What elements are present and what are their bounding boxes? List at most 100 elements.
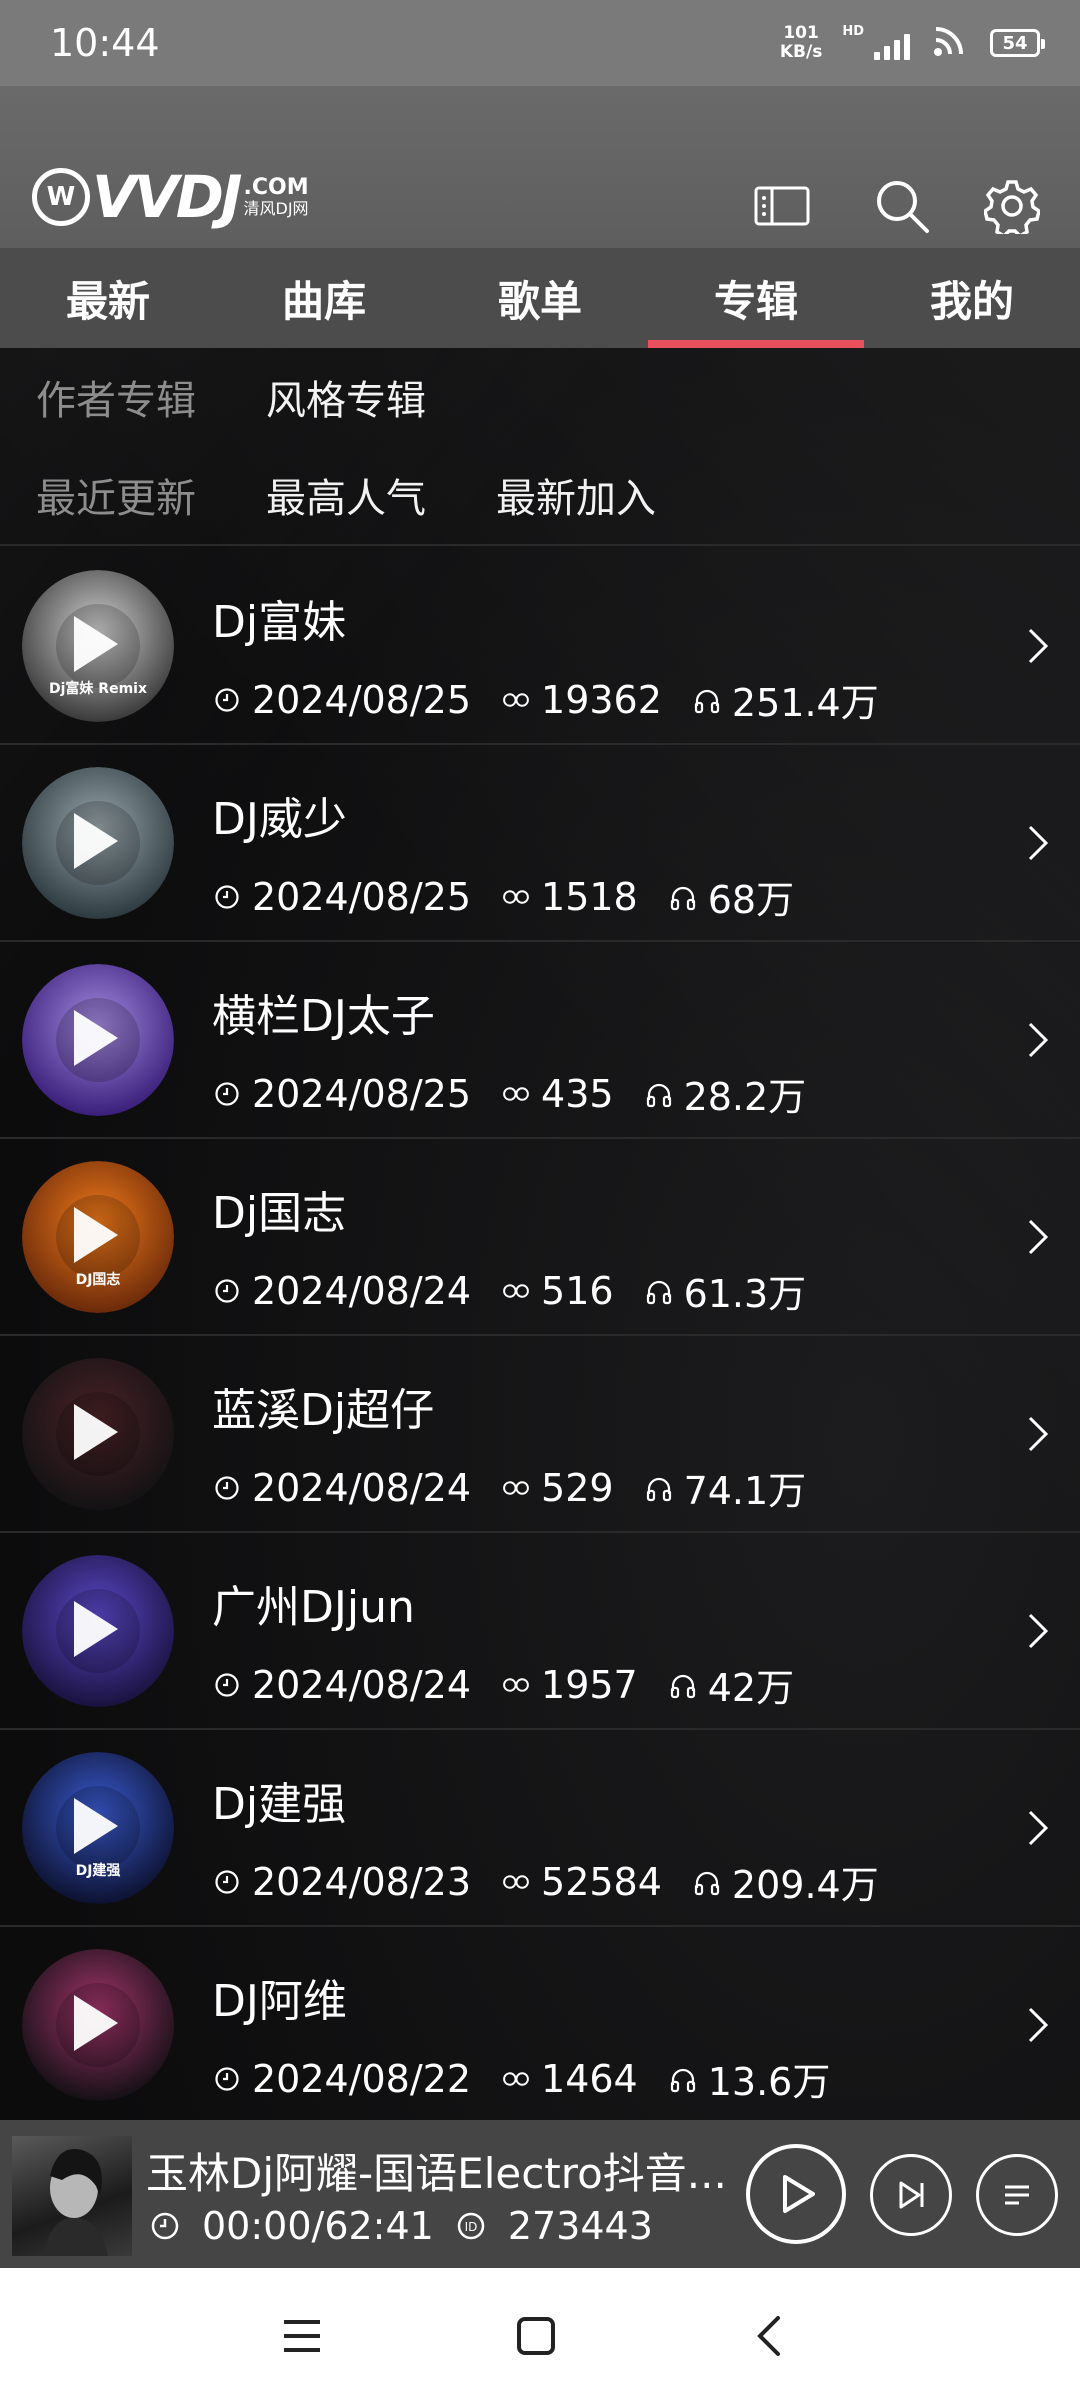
play-icon: [783, 2175, 815, 2213]
album-avatar-text: DJ建强: [75, 1863, 121, 1879]
signal-icon: [874, 26, 910, 60]
album-avatar[interactable]: [22, 1358, 174, 1510]
album-title: Dj建强: [212, 1779, 347, 1830]
tab-mine[interactable]: 我的: [864, 248, 1080, 348]
album-date: 2024/08/25: [252, 677, 472, 722]
play-icon: [74, 1601, 118, 1657]
filter-most-popular[interactable]: 最高人气: [266, 466, 426, 524]
now-playing-title[interactable]: 玉林Dj阿耀-国语Electro抖音...: [146, 2140, 746, 2201]
album-avatar[interactable]: DJ国志: [22, 1161, 174, 1313]
chevron-right-icon[interactable]: [1018, 823, 1058, 863]
clock-icon: [212, 685, 242, 715]
album-avatar[interactable]: [22, 1949, 174, 2101]
hd-badge: HD: [842, 23, 864, 39]
infinity-icon: [501, 1473, 531, 1503]
headphones-icon: [644, 1079, 674, 1109]
album-row[interactable]: Dj富妹 Remix Dj富妹 2024/08/25 19362 251.4万: [0, 548, 1080, 745]
infinity-icon: [501, 1276, 531, 1306]
album-row[interactable]: DJ建强 Dj建强 2024/08/23 52584 209.4万: [0, 1730, 1080, 1927]
headphones-icon: [644, 1473, 674, 1503]
clock-icon: [212, 882, 242, 912]
next-button[interactable]: [870, 2154, 952, 2236]
battery-icon: 54: [990, 29, 1045, 57]
album-date: 2024/08/24: [252, 1465, 472, 1510]
now-playing-cover[interactable]: [12, 2136, 132, 2256]
play-icon: [74, 813, 118, 869]
album-track-count: 1518: [541, 874, 638, 919]
album-plays: 68万: [707, 878, 795, 922]
album-plays: 251.4万: [731, 681, 879, 725]
headphones-icon: [668, 882, 698, 912]
album-title: 横栏DJ太子: [212, 991, 435, 1042]
clock-icon: [212, 1473, 242, 1503]
search-button[interactable]: [872, 176, 932, 236]
filter-row-type: 作者专辑 风格专辑: [0, 348, 1080, 446]
clock-icon: [212, 1276, 242, 1306]
filter-author-albums[interactable]: 作者专辑: [36, 368, 196, 426]
album-avatar[interactable]: [22, 767, 174, 919]
now-playing-id: 273443: [507, 2204, 653, 2248]
list-view-button[interactable]: [752, 176, 812, 236]
album-avatar[interactable]: [22, 964, 174, 1116]
filter-recent-update[interactable]: 最近更新: [36, 466, 196, 524]
headphones-icon: [668, 2064, 698, 2094]
infinity-icon: [501, 882, 531, 912]
clock-icon: [212, 1670, 242, 1700]
album-row[interactable]: DJ威少 2024/08/25 1518 68万: [0, 745, 1080, 942]
tab-albums[interactable]: 专辑: [648, 248, 864, 348]
album-meta: 2024/08/22 1464 13.6万: [212, 2051, 830, 2106]
album-row[interactable]: 横栏DJ太子 2024/08/25 435 28.2万: [0, 942, 1080, 1139]
menu-nav-button[interactable]: [272, 2306, 332, 2366]
headphones-icon: [644, 1276, 674, 1306]
infinity-icon: [501, 685, 531, 715]
chevron-right-icon[interactable]: [1018, 1020, 1058, 1060]
album-avatar[interactable]: DJ建强: [22, 1752, 174, 1904]
home-nav-button[interactable]: [506, 2306, 566, 2366]
play-icon: [74, 1207, 118, 1263]
infinity-icon: [501, 1867, 531, 1897]
logo-domain: .COM: [243, 175, 309, 200]
net-speed: 101 KB/s: [780, 24, 822, 62]
tab-library[interactable]: 曲库: [216, 248, 432, 348]
album-track-count: 516: [541, 1268, 614, 1313]
play-icon: [74, 1404, 118, 1460]
album-plays: 74.1万: [683, 1469, 807, 1513]
album-title: 蓝溪Dj超仔: [212, 1385, 435, 1436]
settings-button[interactable]: [982, 176, 1042, 236]
svg-text:ID: ID: [464, 2220, 477, 2234]
album-track-count: 435: [541, 1071, 614, 1116]
album-row[interactable]: DJ阿维 2024/08/22 1464 13.6万: [0, 1927, 1080, 2124]
album-meta: 2024/08/25 435 28.2万: [212, 1066, 806, 1121]
album-title: DJ威少: [212, 794, 347, 845]
infinity-icon: [501, 1079, 531, 1109]
menu-icon: [284, 2320, 320, 2352]
album-avatar-text: DJ国志: [75, 1272, 121, 1288]
playlist-button[interactable]: [976, 2154, 1058, 2236]
logo-sub: .COM 清风DJ网: [244, 176, 309, 218]
album-avatar[interactable]: [22, 1555, 174, 1707]
tab-latest[interactable]: 最新: [0, 248, 216, 348]
album-date: 2024/08/25: [252, 1071, 472, 1116]
logo: W VVDJ .COM 清风DJ网: [32, 168, 309, 226]
chevron-right-icon[interactable]: [1018, 1217, 1058, 1257]
album-row[interactable]: 广州DJjun 2024/08/24 1957 42万: [0, 1533, 1080, 1730]
chevron-right-icon[interactable]: [1018, 1808, 1058, 1848]
filter-newest-added[interactable]: 最新加入: [496, 466, 656, 524]
tab-playlists[interactable]: 歌单: [432, 248, 648, 348]
chevron-right-icon[interactable]: [1018, 1611, 1058, 1651]
clock-icon: [212, 2064, 242, 2094]
back-nav-button[interactable]: [740, 2306, 800, 2366]
chevron-right-icon[interactable]: [1018, 626, 1058, 666]
filter-style-albums[interactable]: 风格专辑: [266, 368, 426, 426]
album-date: 2024/08/24: [252, 1662, 472, 1707]
album-row[interactable]: 蓝溪Dj超仔 2024/08/24 529 74.1万: [0, 1336, 1080, 1533]
chevron-right-icon[interactable]: [1018, 2005, 1058, 2045]
status-time: 10:44: [50, 21, 160, 65]
chevron-right-icon[interactable]: [1018, 1414, 1058, 1454]
album-avatar[interactable]: Dj富妹 Remix: [22, 570, 174, 722]
play-icon: [74, 1995, 118, 2051]
play-button[interactable]: [746, 2144, 846, 2244]
album-row[interactable]: DJ国志 Dj国志 2024/08/24 516 61.3万: [0, 1139, 1080, 1336]
system-nav-bar: [0, 2268, 1080, 2400]
gear-icon: [984, 180, 1040, 234]
